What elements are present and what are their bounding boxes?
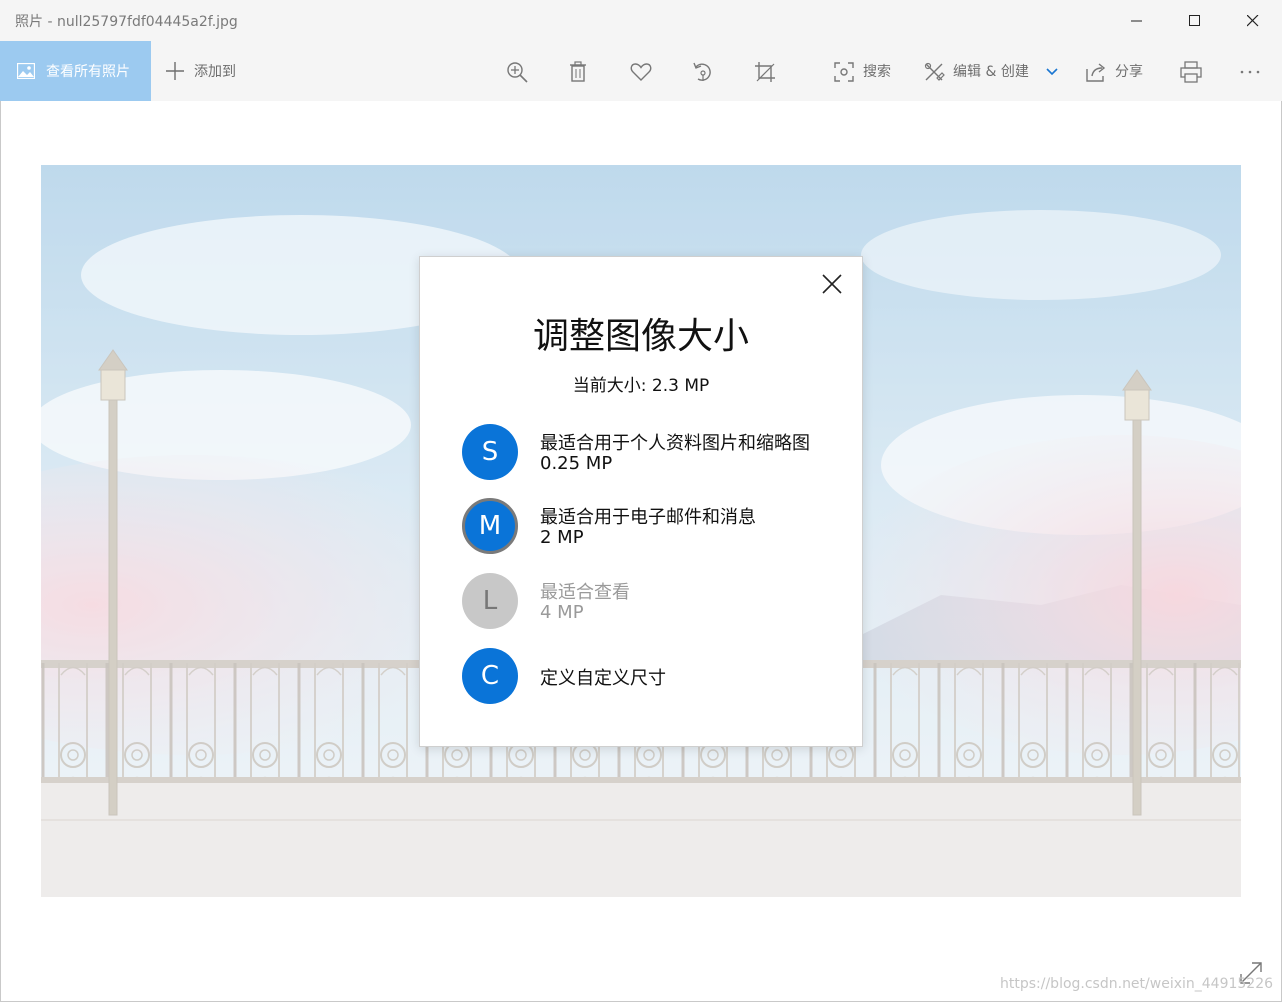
share-icon [1086, 63, 1106, 82]
size-badge-s: S [462, 424, 518, 480]
current-size-label: 当前大小: 2.3 MP [572, 376, 710, 396]
more-icon [1240, 70, 1260, 74]
crop-button[interactable] [753, 60, 777, 84]
add-to-label: 添加到 [194, 64, 236, 80]
maximize-icon [1189, 14, 1200, 26]
edit-create-dropdown[interactable] [1040, 60, 1064, 84]
resize-image-dialog: 调整图像大小 当前大小: 2.3 MP S 最适合用于个人资料图片和缩略图 0.… [419, 256, 863, 747]
edit-create-icon [924, 62, 945, 81]
heart-icon [630, 63, 652, 81]
close-window-button[interactable] [1224, 0, 1282, 41]
dialog-close-button[interactable] [820, 272, 844, 296]
zoom-in-icon [507, 62, 528, 83]
minimize-icon [1131, 20, 1142, 21]
size-option-small[interactable]: S 最适合用于个人资料图片和缩略图 0.25 MP [462, 424, 832, 480]
size-option-large: L 最适合查看 4 MP [462, 573, 832, 629]
window-title: 照片 - null25797fdf04445a2f.jpg [15, 14, 238, 30]
close-icon [822, 274, 842, 294]
option-size: 2 MP [540, 527, 584, 548]
option-title: 最适合用于电子邮件和消息 [540, 507, 756, 528]
title-bar: 照片 - null25797fdf04445a2f.jpg [0, 0, 1282, 41]
size-option-medium[interactable]: M 最适合用于电子邮件和消息 2 MP [462, 498, 832, 554]
search-button[interactable] [832, 60, 856, 84]
print-icon [1180, 61, 1202, 83]
size-badge-l: L [462, 573, 518, 629]
view-all-photos-label: 查看所有照片 [46, 64, 130, 80]
share-button[interactable] [1084, 60, 1108, 84]
add-to-button[interactable]: 添加到 [165, 41, 236, 101]
size-badge-c: C [462, 648, 518, 704]
edit-create-label[interactable]: 编辑 & 创建 [953, 61, 1029, 81]
option-title: 最适合用于个人资料图片和缩略图 [540, 433, 810, 454]
minimize-button[interactable] [1108, 0, 1166, 41]
crop-icon [755, 62, 775, 82]
more-button[interactable] [1238, 60, 1262, 84]
search-label[interactable]: 搜索 [863, 61, 891, 81]
print-button[interactable] [1179, 60, 1203, 84]
favorite-button[interactable] [629, 60, 653, 84]
maximize-button[interactable] [1166, 0, 1224, 41]
toolbar: 查看所有照片 添加到 搜索 编辑 & 创建 分享 [0, 41, 1282, 101]
watermark-text: https://blog.csdn.net/weixin_44915226 [1000, 976, 1274, 992]
plus-icon [166, 62, 184, 80]
share-label[interactable]: 分享 [1115, 61, 1143, 81]
size-badge-m: M [462, 498, 518, 554]
close-icon [1247, 14, 1259, 26]
trash-icon [570, 61, 586, 82]
view-all-photos-button[interactable]: 查看所有照片 [0, 41, 151, 101]
zoom-button[interactable] [505, 60, 529, 84]
option-size: 4 MP [540, 602, 584, 623]
photo-icon [17, 63, 35, 79]
option-title: 定义自定义尺寸 [540, 668, 666, 689]
rotate-icon [693, 62, 711, 81]
option-title: 最适合查看 [540, 582, 630, 603]
option-size: 0.25 MP [540, 453, 613, 474]
edit-create-button[interactable] [922, 60, 946, 84]
dialog-title: 调整图像大小 [532, 316, 749, 357]
rotate-button[interactable] [691, 60, 715, 84]
chevron-down-icon [1046, 68, 1058, 76]
size-option-custom[interactable]: C 定义自定义尺寸 [462, 648, 832, 704]
delete-button[interactable] [566, 60, 590, 84]
search-icon [834, 62, 854, 82]
